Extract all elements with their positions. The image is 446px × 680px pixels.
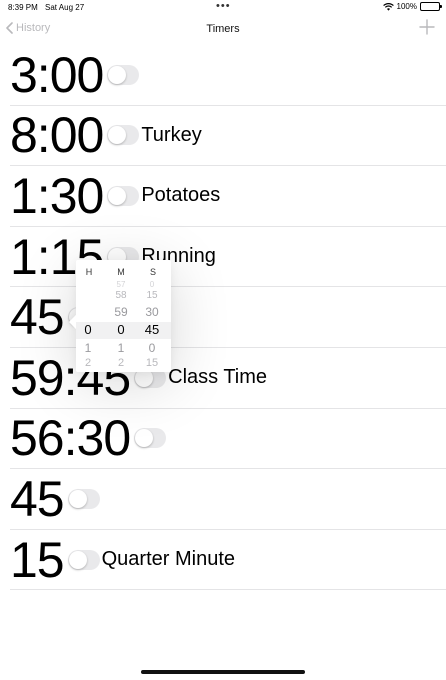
status-date: Sat Aug 27 [45, 3, 85, 12]
timer-value[interactable]: 1:30 [10, 171, 104, 221]
picker-value[interactable]: 0 [76, 322, 103, 337]
picker-value[interactable]: 45 [137, 322, 167, 337]
picker-value[interactable]: 2 [76, 357, 103, 367]
picker-header-hours: H [85, 267, 93, 277]
timer-toggle[interactable] [67, 549, 100, 570]
navigation-bar: History Timers [0, 14, 446, 46]
timer-row[interactable]: 1:30 Potatoes [10, 166, 446, 227]
picker-column-minutes[interactable]: 57 58 59 0 1 2 [106, 280, 136, 372]
timer-row[interactable]: 3:00 [10, 45, 446, 106]
picker-value[interactable]: 59 [106, 305, 136, 319]
battery-percent: 100% [396, 2, 417, 11]
picker-value[interactable]: 1 [106, 341, 136, 355]
timer-value[interactable]: 3:00 [10, 50, 104, 100]
plus-icon [418, 18, 436, 36]
timer-label: Class Time [168, 366, 268, 389]
timer-list: 3:00 8:00 Turkey 1:30 Potatoes 1:15 Runn… [0, 45, 446, 591]
picker-column-hours[interactable]: 0 1 2 [76, 280, 103, 372]
status-bar: 8:39 PM Sat Aug 27 ••• 100% [0, 0, 446, 14]
picker-column-seconds[interactable]: 0 15 30 45 0 15 [137, 280, 167, 372]
picker-value[interactable]: 15 [137, 290, 167, 301]
battery-icon [420, 2, 442, 11]
timer-toggle[interactable] [134, 428, 167, 449]
timer-value[interactable]: 45 [10, 474, 65, 524]
picker-value[interactable]: 15 [137, 357, 167, 367]
timer-label: Potatoes [141, 184, 221, 207]
picker-value[interactable]: 0 [137, 280, 167, 287]
wifi-icon [382, 2, 394, 11]
timer-toggle[interactable] [107, 185, 140, 206]
picker-header-seconds: S [149, 267, 156, 277]
timer-toggle[interactable] [107, 125, 140, 146]
timer-value[interactable]: 56:30 [10, 413, 131, 463]
multitasking-dots[interactable]: ••• [216, 0, 231, 12]
add-timer-button[interactable] [418, 18, 436, 36]
status-right: 100% [382, 2, 442, 11]
duration-picker-popover[interactable]: H M S 0 1 2 57 58 59 0 1 2 0 15 30 45 0 … [76, 260, 171, 372]
picker-value[interactable]: 0 [137, 341, 167, 355]
timer-row[interactable]: 15 Quarter Minute [10, 530, 446, 591]
timer-toggle[interactable] [107, 64, 140, 85]
timer-row[interactable]: 45 [10, 469, 446, 530]
timer-label: Turkey [141, 123, 202, 146]
timer-label: Quarter Minute [101, 548, 236, 571]
timer-toggle[interactable] [67, 488, 100, 509]
timer-value[interactable]: 45 [10, 292, 65, 342]
picker-value[interactable]: 30 [137, 305, 167, 319]
timer-row[interactable]: 56:30 [10, 409, 446, 470]
picker-value[interactable]: 58 [106, 290, 136, 301]
home-indicator[interactable] [141, 670, 305, 674]
picker-value[interactable]: 0 [106, 322, 136, 337]
timer-value[interactable]: 8:00 [10, 110, 104, 160]
page-title: Timers [206, 23, 240, 35]
picker-value[interactable]: 57 [106, 280, 136, 287]
picker-header-minutes: M [117, 267, 125, 277]
timer-row[interactable]: 8:00 Turkey [10, 106, 446, 167]
picker-value[interactable]: 1 [76, 341, 103, 355]
picker-value[interactable]: 2 [106, 357, 136, 367]
status-time: 8:39 PM [8, 3, 38, 12]
picker-headers: H M S [76, 267, 171, 279]
timer-value[interactable]: 15 [10, 535, 65, 585]
